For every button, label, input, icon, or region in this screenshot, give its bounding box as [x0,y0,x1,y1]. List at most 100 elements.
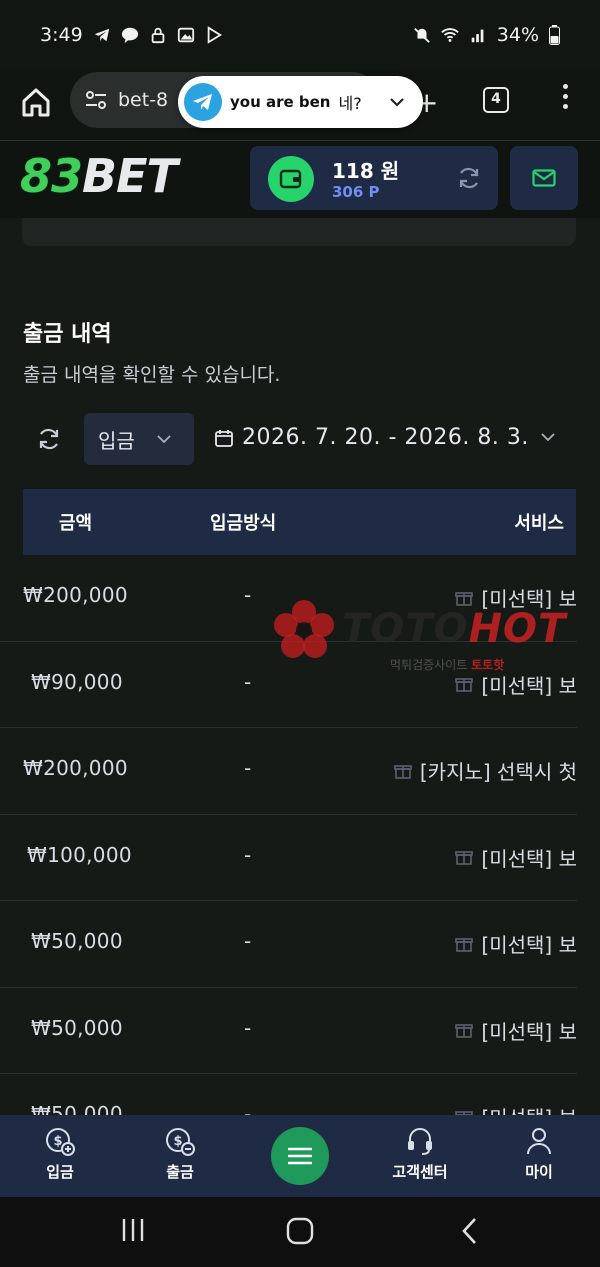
page-title: 출금 내역 [23,322,112,347]
deposit-icon: $ [46,1128,75,1156]
type-select[interactable]: 입금 [84,413,194,465]
row-method: - [244,842,252,867]
svg-text:$: $ [53,1134,62,1149]
gift-icon [455,1110,474,1115]
table-row[interactable]: ₩200,000 - [미선택] 보 [0,555,577,642]
table-body: ₩200,000 - [미선택] 보 ₩90,000 - [미선택] 보 ₩20… [0,555,600,1115]
nav-my[interactable]: 마이 [494,1125,584,1182]
back-icon[interactable] [460,1217,480,1245]
wallet-balance[interactable]: 118 원 306 P [250,146,498,210]
row-service: [미선택] 보 [455,670,577,699]
recent-apps-icon[interactable] [120,1217,146,1243]
table-row[interactable]: ₩200,000 - [카지노] 선택시 첫 [0,728,577,815]
row-method: - [244,929,252,953]
chevron-down-icon [157,434,171,443]
browser-menu-icon[interactable] [558,84,572,114]
row-amount: ₩50,000 [31,1102,123,1115]
battery-percent: 34% [496,24,539,46]
status-time: 3:49 [40,24,83,46]
row-service: [카지노] 선택시 첫 [394,756,577,785]
row-method: - [244,583,252,607]
gift-icon [394,764,412,779]
menu-button[interactable] [271,1127,329,1185]
chevron-down-icon [541,433,555,442]
column-header-service: 서비스 [514,513,564,534]
system-navigation-bar [0,1197,600,1267]
gift-icon [455,1024,474,1038]
row-amount: ₩50,000 [31,929,123,953]
table-row[interactable]: ₩50,000 - [미선택] 보 [0,901,577,988]
row-service: [미선택] 보 [455,1016,577,1045]
home-system-icon[interactable] [286,1217,314,1245]
page-subtitle: 출금 내역을 확인할 수 있습니다. [23,364,281,386]
row-amount: ₩100,000 [27,842,132,867]
notification-sender: you are ben [230,93,331,111]
filter-row: 입금 2026. 7. 20. - 2026. 8. 3. [0,413,600,465]
row-service: [미선택] 보 [455,843,577,872]
gallery-icon [177,27,194,43]
battery-icon [549,25,560,45]
home-icon[interactable] [18,84,54,120]
url-text: bet-8 [118,89,169,111]
column-header-amount: 금액 [59,513,93,534]
signal-icon [471,29,484,43]
gift-icon [455,678,474,692]
telegram-notification-icon [94,28,109,42]
mail-icon [532,169,556,187]
date-range-text: 2026. 7. 20. - 2026. 8. 3. [242,425,529,450]
chevron-down-icon[interactable] [389,97,405,107]
lock-icon [151,27,164,44]
svg-text:$: $ [173,1134,182,1149]
row-service: [미선택] 보 [455,583,577,612]
balance-won: 118 원 [332,159,400,183]
nav-support[interactable]: 고객센터 [375,1125,465,1182]
refresh-balance-icon[interactable] [456,165,482,191]
tab-switcher-button[interactable]: 4 [483,87,509,113]
nav-deposit[interactable]: $ 입금 [15,1125,105,1182]
row-amount: ₩200,000 [23,756,128,780]
status-bar: 3:49 34% [0,0,600,70]
refresh-icon[interactable] [36,426,62,452]
row-amount: ₩200,000 [23,583,128,607]
notification-message: 네? [338,94,362,113]
row-amount: ₩50,000 [31,1015,123,1040]
row-service: [미선택] 보 [455,1102,577,1115]
date-range-picker[interactable]: 2026. 7. 20. - 2026. 8. 3. [214,425,555,450]
table-row[interactable]: ₩90,000 - [미선택] 보 [0,642,577,728]
previous-card [22,218,576,246]
gift-icon [455,591,474,606]
table-row[interactable]: ₩50,000 - [미선택] 보 [0,1074,577,1115]
withdraw-icon: $ [166,1128,195,1156]
site-logo[interactable]: 83BET [20,149,178,203]
mute-icon [413,28,430,43]
user-icon [527,1128,551,1155]
balance-points: 306 P [332,183,380,201]
gift-icon [455,937,474,952]
bottom-nav: $ 입금 $ 출금 고객센터 마이 [0,1115,600,1197]
type-select-value: 입금 [98,428,135,453]
kakaotalk-notification-icon [121,27,138,44]
gift-icon [455,851,474,865]
headset-icon [408,1128,432,1155]
wallet-icon [268,156,314,202]
telegram-notification-pill[interactable]: you are ben 네? [178,76,423,128]
row-method: - [244,669,252,694]
site-settings-icon[interactable] [84,88,108,112]
calendar-icon [215,429,233,447]
mail-button[interactable] [510,146,578,210]
site-header: 83BET 118 원 306 P [0,140,600,218]
wifi-icon [441,28,459,42]
row-method: - [244,1015,252,1040]
table-header: 금액 입금방식 서비스 [23,489,576,555]
hamburger-icon [288,1147,312,1165]
table-row[interactable]: ₩50,000 - [미선택] 보 [0,988,577,1074]
row-amount: ₩90,000 [31,669,123,694]
column-header-method: 입금방식 [210,513,277,534]
play-store-icon [207,26,222,44]
nav-withdraw[interactable]: $ 출금 [135,1125,225,1182]
row-method: - [244,756,252,780]
table-row[interactable]: ₩100,000 - [미선택] 보 [0,815,577,901]
telegram-icon [184,83,222,121]
row-method: - [244,1102,252,1115]
main-content: 출금 내역 출금 내역을 확인할 수 있습니다. 입금 2026. 7. 20.… [0,218,600,1115]
